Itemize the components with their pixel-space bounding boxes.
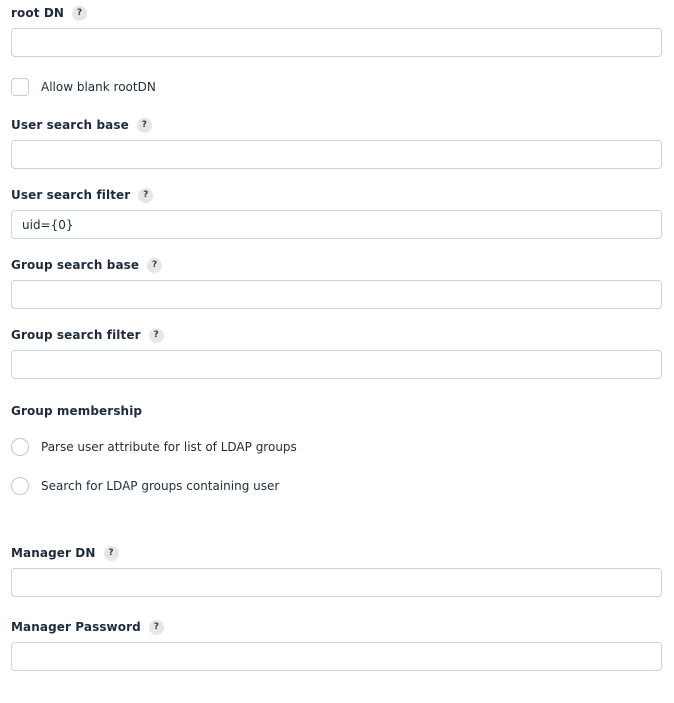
field-manager-dn: Manager DN ? (0, 545, 674, 597)
field-manager-password: Manager Password ? (0, 619, 674, 671)
label-row-root-dn: root DN ? (11, 5, 663, 22)
radio-row-parse-user-attribute[interactable]: Parse user attribute for list of LDAP gr… (0, 438, 674, 456)
radio-label-parse-user-attribute[interactable]: Parse user attribute for list of LDAP gr… (41, 438, 297, 456)
field-group-search-filter: Group search filter ? (0, 327, 674, 379)
radio-row-search-ldap-groups[interactable]: Search for LDAP groups containing user (0, 477, 674, 495)
label-row-user-search-base: User search base ? (11, 117, 663, 134)
label-manager-dn: Manager DN (11, 546, 96, 560)
help-icon-user-search-base[interactable]: ? (136, 118, 152, 133)
label-row-group-search-filter: Group search filter ? (11, 327, 663, 344)
checkbox-label-allow-blank-rootdn[interactable]: Allow blank rootDN (41, 78, 156, 96)
radio-parse-user-attribute[interactable] (11, 438, 29, 456)
label-user-search-base: User search base (11, 118, 129, 132)
checkbox-allow-blank-rootdn[interactable] (11, 78, 29, 96)
label-manager-password: Manager Password (11, 620, 141, 634)
radio-search-ldap-groups[interactable] (11, 477, 29, 495)
input-group-search-base[interactable] (11, 280, 662, 309)
label-root-dn: root DN (11, 6, 65, 20)
field-root-dn: root DN ? (0, 5, 674, 57)
input-group-search-filter[interactable] (11, 350, 662, 379)
label-row-manager-dn: Manager DN ? (11, 545, 663, 562)
label-row-group-search-base: Group search base ? (11, 257, 663, 274)
input-manager-password[interactable] (11, 642, 662, 671)
help-icon-root-dn[interactable]: ? (72, 6, 88, 21)
help-icon-manager-password[interactable]: ? (148, 620, 164, 635)
ldap-settings-form: root DN ? Allow blank rootDN User search… (0, 0, 674, 703)
label-row-user-search-filter: User search filter ? (11, 187, 663, 204)
field-group-search-base: Group search base ? (0, 257, 674, 309)
input-manager-dn[interactable] (11, 568, 662, 597)
label-group-membership: Group membership (11, 404, 143, 418)
field-user-search-base: User search base ? (0, 117, 674, 169)
help-icon-group-search-base[interactable]: ? (147, 258, 163, 273)
field-group-membership: Group membership (0, 403, 674, 420)
label-row-group-membership: Group membership (11, 403, 663, 420)
radio-label-search-ldap-groups[interactable]: Search for LDAP groups containing user (41, 477, 279, 495)
label-row-manager-password: Manager Password ? (11, 619, 663, 636)
label-group-search-filter: Group search filter (11, 328, 141, 342)
input-root-dn[interactable] (11, 28, 662, 57)
help-icon-manager-dn[interactable]: ? (103, 546, 119, 561)
checkbox-row-allow-blank-rootdn[interactable]: Allow blank rootDN (0, 78, 674, 96)
input-user-search-base[interactable] (11, 140, 662, 169)
input-user-search-filter[interactable] (11, 210, 662, 239)
help-icon-user-search-filter[interactable]: ? (138, 188, 154, 203)
help-icon-group-search-filter[interactable]: ? (148, 328, 164, 343)
label-group-search-base: Group search base (11, 258, 140, 272)
label-user-search-filter: User search filter (11, 188, 131, 202)
field-user-search-filter: User search filter ? (0, 187, 674, 239)
